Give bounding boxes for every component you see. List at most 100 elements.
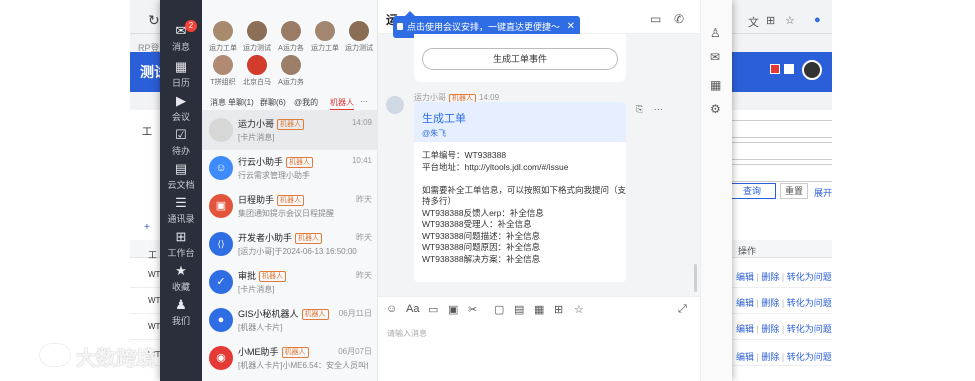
pinned-contact[interactable]: 运力工单 [208, 20, 238, 53]
card-line: WT938388反馈人erp：补全信息 [422, 207, 544, 218]
screen-share-icon[interactable]: ▢ [494, 303, 504, 316]
video-icon: ▶ [176, 93, 186, 108]
bot-tag: 机器人 [301, 309, 329, 320]
grid-icon[interactable]: ⊞ [766, 14, 775, 27]
mail-icon[interactable]: ✉ [710, 50, 720, 64]
card-line [422, 173, 622, 185]
code-icon: ⟨⟩ [209, 232, 233, 256]
avatar [246, 20, 268, 42]
font-icon[interactable]: Aa [406, 303, 419, 315]
flag-icon[interactable] [770, 64, 780, 74]
avatar[interactable] [386, 96, 404, 114]
conversation-name-text: 开发者小助手 [238, 233, 293, 243]
watermark-logo-icon [40, 344, 70, 366]
translate-icon[interactable]: 文 [748, 14, 759, 30]
avatar[interactable] [802, 60, 822, 80]
generate-ticket-button[interactable]: 生成工单事件 [422, 48, 618, 70]
tab-mentions[interactable]: @我的 [294, 97, 318, 108]
reset-button[interactable]: 重置 [780, 183, 808, 199]
row-actions[interactable]: 编辑 | 删除 | 转化为问题 [736, 270, 832, 283]
pinned-contact[interactable]: T拼组织 [208, 54, 238, 87]
rail-label: 通讯录 [167, 214, 195, 224]
pinned-contact[interactable]: 运力工单 [310, 20, 340, 53]
file-icon[interactable]: ▣ [448, 303, 458, 316]
table-icon[interactable]: ⊞ [554, 303, 563, 316]
list-item[interactable]: ✓ 审批 机器人 [卡片消息] 昨天 [202, 262, 378, 302]
rail-label: 工作台 [167, 248, 195, 258]
operation-column-header: 操作 [738, 246, 757, 256]
contacts-icon: ☰ [175, 195, 187, 210]
pinned-name: 运力工单 [209, 45, 237, 52]
video-call-icon[interactable]: ▭ [650, 12, 661, 26]
expand-link[interactable]: 展开 [814, 186, 832, 199]
avatar [314, 20, 336, 42]
pinned-name: T拼组织 [210, 79, 236, 86]
rail-item-messages[interactable]: ✉ 2 消息 [160, 20, 202, 53]
add-member-icon[interactable]: ♙ [710, 26, 721, 40]
rail-item-todo[interactable]: ☑ 待办 [160, 128, 202, 157]
calendar-icon[interactable]: ▦ [534, 303, 544, 316]
avatar [209, 118, 233, 142]
pinned-contact[interactable]: A运力各 [276, 20, 306, 53]
pinned-contact[interactable]: 运力测试 [242, 20, 272, 53]
calendar-add-icon[interactable]: ▦ [710, 78, 721, 92]
rail-item-team[interactable]: ♟ 我们 [160, 298, 202, 327]
clipboard-icon[interactable]: ▤ [514, 303, 524, 316]
screenshot-icon[interactable]: ✂ [468, 303, 477, 316]
panel-icon[interactable] [784, 64, 794, 74]
conversation-name-text: 审批 [238, 271, 257, 281]
pinned-name: 北京白马 [243, 79, 271, 86]
rail-item-favorites[interactable]: ★ 收藏 [160, 264, 202, 293]
reload-icon[interactable]: ↻ [148, 12, 160, 29]
tab-group-chat[interactable]: 群聊(6) [260, 97, 286, 108]
list-item[interactable]: ● GIS小秘机器人 机器人 [机器人卡片] 06月11日 [202, 300, 378, 340]
rail-item-meeting[interactable]: ▶ 会议 [160, 94, 202, 123]
reply-icon[interactable]: ⎘ [636, 104, 643, 114]
list-item[interactable]: ☺ 行云小助手 机器人 行云需求管理小助手 10:41 [202, 148, 378, 188]
conversation-name: GIS小秘机器人 机器人 [238, 307, 329, 320]
screen: ↻ 文 ⊞ ☆ ● RP登录 测试 查询 重置 展开 操作 编辑 | 删除 | … [0, 0, 975, 381]
folder-icon[interactable]: ▭ [428, 303, 438, 316]
rail-item-contacts[interactable]: ☰ 通讯录 [160, 196, 202, 225]
rail-item-calendar[interactable]: ▦ 日历 [160, 60, 202, 89]
rail-label: 消息 [171, 42, 190, 52]
expand-icon[interactable]: ⤢ [678, 303, 687, 316]
row-id: WT [148, 322, 161, 331]
mention[interactable]: @朱飞 [422, 128, 446, 139]
star-icon[interactable]: ☆ [574, 303, 584, 316]
scrollbar[interactable] [694, 264, 697, 292]
list-item[interactable]: 运力小哥 机器人 [卡片消息] 14:09 [202, 110, 378, 150]
card-line[interactable]: 平台地址：http://yltools.jdl.com/#/issue [422, 162, 622, 174]
conversation-preview: [机器人卡片] [238, 323, 283, 332]
tab-bots[interactable]: 机器人 [330, 97, 354, 110]
conversation-name-text: 运力小哥 [238, 119, 275, 129]
pinned-name: A运力各 [278, 45, 304, 52]
pinned-contact[interactable]: A运力务 [276, 54, 306, 87]
query-button[interactable]: 查询 [728, 183, 776, 199]
rail-label: 待办 [171, 146, 190, 156]
pinned-contact[interactable]: 运力测试 [344, 20, 374, 53]
list-item[interactable]: ◉ 小ME助手 机器人 [机器人卡片]小ME6.54：安全人员叫你 06月07日 [202, 338, 378, 378]
row-actions[interactable]: 编辑 | 删除 | 转化为问题 [736, 322, 832, 335]
tab-more[interactable]: ··· [360, 97, 368, 106]
profile-icon[interactable]: ● [814, 14, 821, 26]
conversation-time: 昨天 [356, 195, 372, 204]
phone-icon[interactable]: ✆ [674, 12, 684, 26]
emoji-icon[interactable]: ☺ [386, 303, 397, 315]
message-input[interactable]: 请输入消息 [378, 322, 700, 381]
more-icon[interactable]: ··· [654, 104, 663, 114]
settings-icon[interactable]: ⚙ [710, 102, 721, 116]
bookmark-star-icon[interactable]: ☆ [785, 14, 795, 27]
rail-item-workbench[interactable]: ⊞ 工作台 [160, 230, 202, 259]
list-item[interactable]: ▣ 日程助手 机器人 集团通知提示会议日程提醒 昨天 [202, 186, 378, 226]
card-line: WT938388受理人：补全信息 [422, 219, 532, 229]
list-item[interactable]: ⟨⟩ 开发者小助手 机器人 [运力小哥]于2024-06-13 16:50:00 … [202, 224, 378, 264]
row-actions[interactable]: 编辑 | 删除 | 转化为问题 [736, 350, 832, 363]
previous-message-card: 生成工单事件 [414, 34, 626, 82]
tab-messages[interactable]: 消息 [210, 97, 226, 108]
pinned-contact[interactable]: 北京白马 [242, 54, 272, 87]
tab-single-chat[interactable]: 单聊(1) [228, 97, 254, 108]
add-icon[interactable]: + [144, 222, 150, 233]
row-actions[interactable]: 编辑 | 删除 | 转化为问题 [736, 296, 832, 309]
rail-item-docs[interactable]: ▤ 云文档 [160, 162, 202, 191]
